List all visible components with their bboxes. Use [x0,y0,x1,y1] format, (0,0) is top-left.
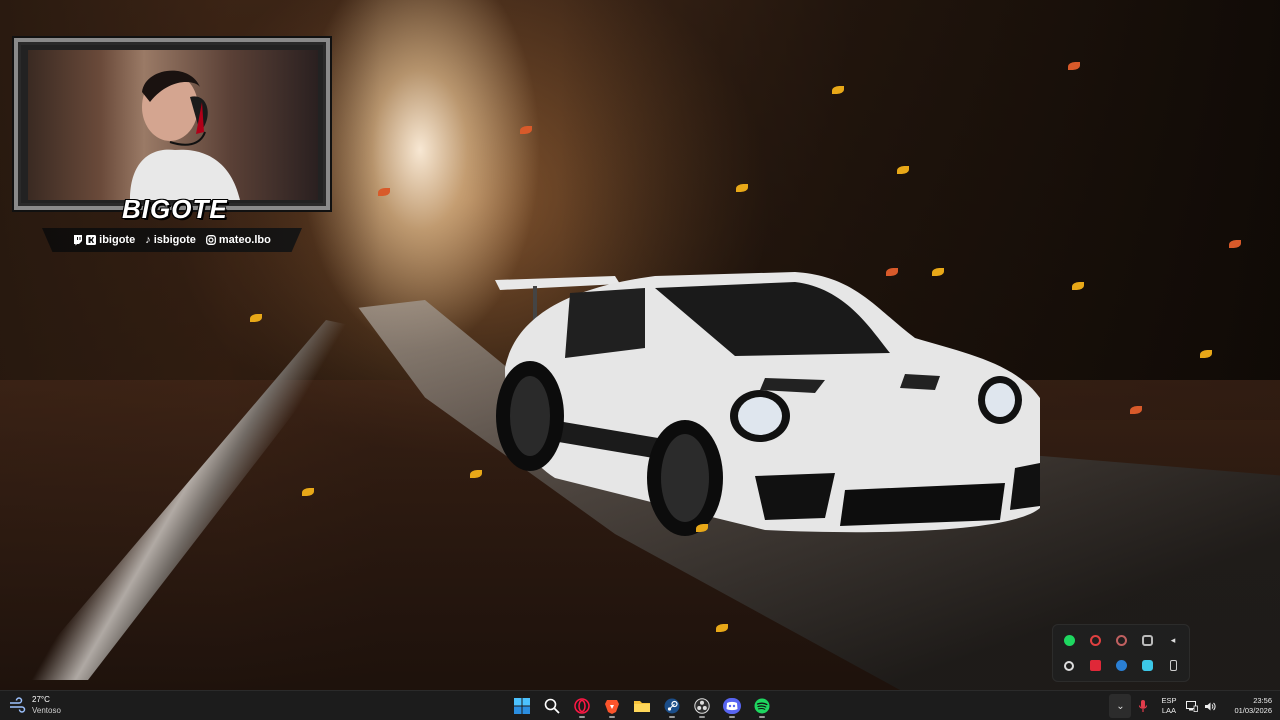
obs-icon [694,698,710,714]
social-twitch-kick: ibigote [73,234,135,246]
taskbar-brave[interactable] [600,694,624,718]
tray-overflow-popup: ◂ [1052,624,1190,682]
weather-text: 27°C Ventoso [32,694,61,716]
brave-icon [605,700,619,714]
language-code: ESP [1161,696,1177,705]
windows-icon [514,698,530,714]
social-instagram: mateo.lbo [205,234,271,246]
search-button[interactable] [540,694,564,718]
start-button[interactable] [510,694,534,718]
volume-icon [1205,702,1217,710]
streamer-name-logo: BIGOTE [122,194,228,224]
weather-desc: Ventoso [32,706,61,715]
taskbar-file-explorer[interactable] [630,694,654,718]
steam-icon [664,698,680,714]
network-icon [1186,700,1199,712]
social-handle: mateo.lbo [218,234,271,246]
microphone-indicator[interactable] [1135,699,1151,713]
input-language[interactable]: ESP LAA [1161,696,1176,716]
usb-icon[interactable] [1169,660,1177,671]
overlay-icon[interactable] [1141,635,1153,646]
arrow-icon[interactable]: ◂ [1166,634,1180,648]
clock-time: 23:56 [1253,696,1272,705]
instagram-icon [205,235,216,245]
social-handle: isbigote [153,234,196,246]
kick-icon [86,235,97,245]
social-links-bar: ibigote ♪ isbigote mateo.lbo [42,228,302,252]
opera-icon [574,698,590,714]
stream-overlay: BIGOTE ibigote ♪ isbigote mateo.lbo [14,38,330,258]
discord-icon [723,698,741,714]
taskbar-opera-gx[interactable] [570,694,594,718]
microphone-icon [1139,700,1148,712]
wind-icon [10,697,26,713]
record-icon[interactable] [1089,635,1101,646]
steam-icon[interactable] [1115,660,1127,671]
taskbar-obs[interactable] [690,694,714,718]
taskbar-apps [510,694,774,718]
red-app-icon[interactable] [1089,660,1101,671]
folder-icon [634,701,650,712]
spotify-icon [754,698,770,714]
social-handle: ibigote [99,234,136,246]
porsche-car [495,272,1040,536]
taskbar-steam[interactable] [660,694,684,718]
taskbar-discord[interactable] [720,694,744,718]
streamer-person [130,70,240,200]
show-hidden-icons-button[interactable]: ⌄ [1109,694,1132,718]
taskbar: 27°C Ventoso ⌄ ESP LAA 23:56 01/03/2026 [0,690,1280,720]
settings-icon[interactable] [1064,660,1074,671]
weather-widget[interactable]: 27°C Ventoso [8,694,61,716]
quick-settings[interactable] [1186,700,1217,712]
keyboard-layout: LAA [1161,706,1177,715]
chevron-down-icon: ⌄ [1116,700,1125,712]
weather-temp: 27°C [32,695,50,704]
leaf [378,188,390,196]
clock[interactable]: 23:56 01/03/2026 [1234,696,1272,716]
webcam-frame [14,38,330,210]
leaf [520,126,532,134]
tiktok-icon: ♪ [145,234,151,246]
taskbar-spotify[interactable] [750,694,774,718]
search-icon [544,698,560,714]
cyan-app-icon[interactable] [1141,660,1153,671]
spotify-icon[interactable] [1063,635,1075,646]
twitch-icon [74,234,83,245]
social-tiktok: ♪ isbigote [145,234,196,246]
app-icon[interactable] [1115,635,1127,646]
clock-date: 01/03/2026 [1234,706,1272,715]
system-tray: ⌄ ESP LAA 23:56 01/03/2026 [1109,691,1272,720]
